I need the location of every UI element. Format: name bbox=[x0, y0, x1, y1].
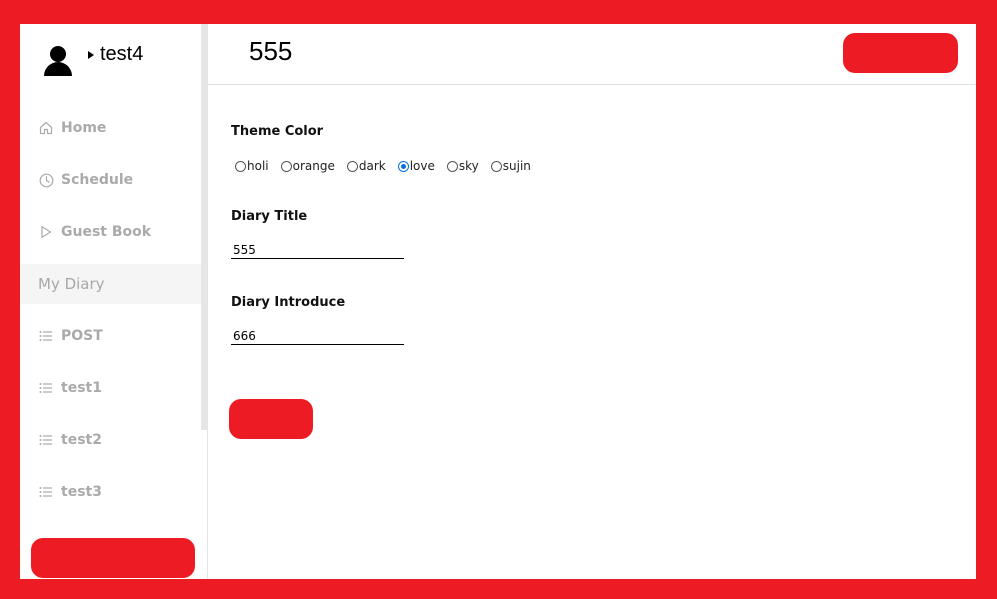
app-window: test4 Home Schedule Guest Book My Diary … bbox=[20, 24, 976, 579]
theme-option-love[interactable]: love bbox=[394, 159, 435, 173]
radio-button[interactable] bbox=[446, 160, 458, 172]
theme-option-label: sujin bbox=[502, 159, 531, 173]
sidebar-item-label: Home bbox=[61, 120, 107, 136]
sidebar-redacted-button[interactable] bbox=[31, 538, 195, 578]
sidebar-item-label: Guest Book bbox=[61, 224, 152, 240]
profile[interactable]: test4 bbox=[42, 42, 143, 82]
submit-redacted-button[interactable] bbox=[229, 399, 313, 439]
play-icon bbox=[38, 224, 54, 240]
radio-button[interactable] bbox=[346, 160, 358, 172]
sidebar-item-post[interactable]: POST bbox=[20, 310, 201, 362]
sidebar-item-test3[interactable]: test3 bbox=[20, 466, 201, 518]
clock-icon bbox=[38, 172, 54, 188]
diary-introduce-label: Diary Introduce bbox=[231, 295, 346, 310]
profile-username: test4 bbox=[100, 43, 144, 65]
theme-option-label: orange bbox=[292, 159, 335, 173]
diary-introduce-input[interactable] bbox=[231, 328, 404, 345]
sidebar-nav: Home Schedule Guest Book My Diary POST t… bbox=[20, 102, 201, 518]
sidebar-divider bbox=[207, 24, 208, 579]
theme-option-label: sky bbox=[458, 159, 479, 173]
theme-option-holi[interactable]: holi bbox=[231, 159, 269, 173]
home-icon bbox=[38, 120, 54, 136]
sidebar-item-test2[interactable]: test2 bbox=[20, 414, 201, 466]
theme-option-label: holi bbox=[247, 159, 269, 173]
radio-button[interactable] bbox=[490, 160, 502, 172]
caret-right-icon[interactable] bbox=[88, 51, 94, 59]
list-icon bbox=[38, 432, 54, 448]
settings-form: Theme Color holi orange dark love sky su… bbox=[231, 124, 931, 345]
sidebar: test4 Home Schedule Guest Book My Diary … bbox=[20, 24, 208, 579]
theme-option-label: dark bbox=[358, 159, 386, 173]
list-icon bbox=[38, 380, 54, 396]
sidebar-item-guest-book[interactable]: Guest Book bbox=[20, 206, 201, 258]
sidebar-item-schedule[interactable]: Schedule bbox=[20, 154, 201, 206]
sidebar-item-home[interactable]: Home bbox=[20, 102, 201, 154]
diary-title-input[interactable] bbox=[231, 242, 404, 259]
header-redacted-button[interactable] bbox=[843, 33, 958, 73]
theme-color-options: holi orange dark love sky sujin bbox=[231, 159, 931, 173]
sidebar-section-my-diary[interactable]: My Diary bbox=[20, 264, 201, 304]
theme-option-dark[interactable]: dark bbox=[343, 159, 386, 173]
diary-title-field-group: Diary Title bbox=[231, 209, 931, 259]
radio-button-selected[interactable] bbox=[397, 160, 409, 172]
radio-button[interactable] bbox=[280, 160, 292, 172]
list-icon bbox=[38, 484, 54, 500]
theme-option-label: love bbox=[409, 159, 435, 173]
sidebar-item-label: test3 bbox=[61, 484, 102, 500]
diary-introduce-field-group: Diary Introduce bbox=[231, 295, 931, 345]
theme-color-label: Theme Color bbox=[231, 124, 324, 139]
sidebar-item-label: POST bbox=[61, 328, 103, 344]
radio-button[interactable] bbox=[235, 160, 246, 172]
diary-title-label: Diary Title bbox=[231, 209, 308, 224]
list-icon bbox=[38, 328, 54, 344]
theme-option-orange[interactable]: orange bbox=[277, 159, 335, 173]
sidebar-section-label: My Diary bbox=[38, 275, 105, 293]
page-title: 555 bbox=[249, 36, 293, 66]
sidebar-item-label: test1 bbox=[61, 380, 102, 396]
sidebar-item-label: Schedule bbox=[61, 172, 134, 188]
header: 555 bbox=[208, 24, 976, 85]
theme-option-sky[interactable]: sky bbox=[443, 159, 479, 173]
theme-option-sujin[interactable]: sujin bbox=[487, 159, 531, 173]
sidebar-item-test1[interactable]: test1 bbox=[20, 362, 201, 414]
user-avatar-icon bbox=[42, 42, 74, 78]
sidebar-item-label: test2 bbox=[61, 432, 102, 448]
